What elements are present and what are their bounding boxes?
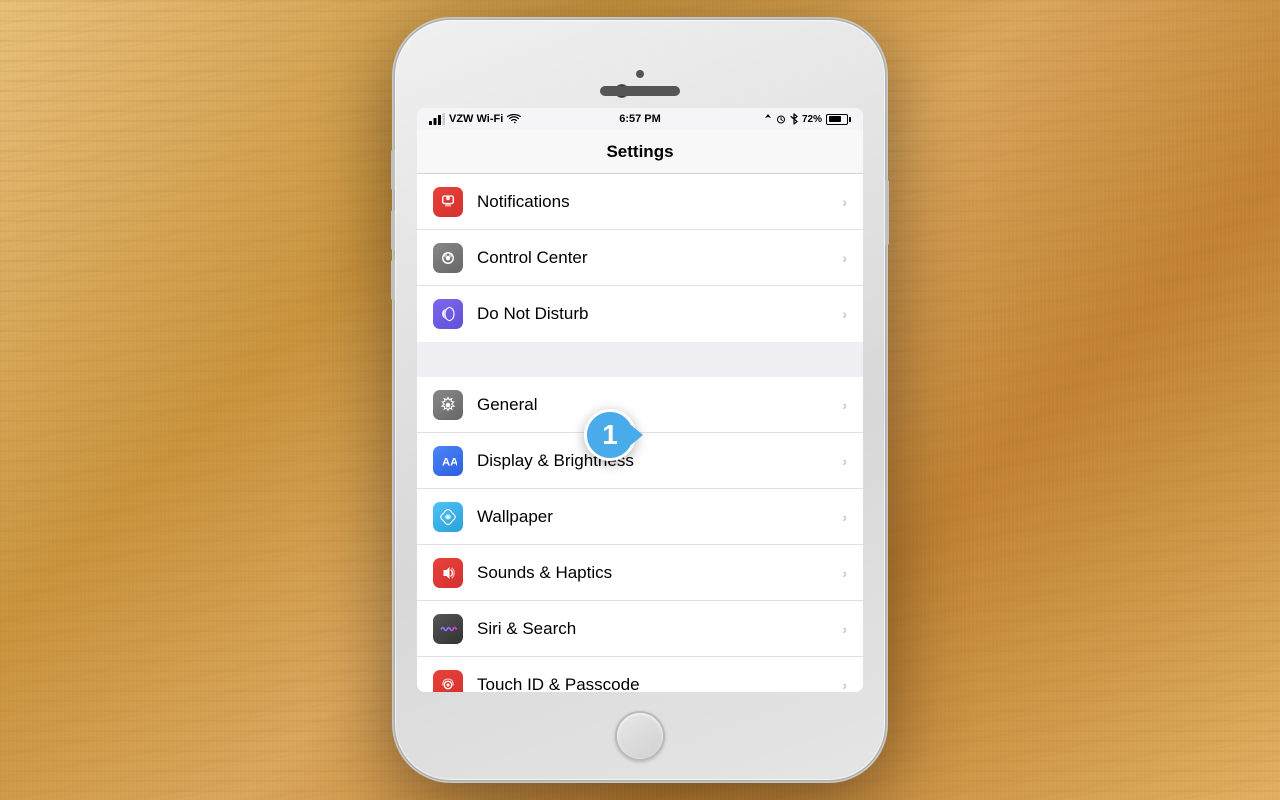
display-icon: AA [433,446,463,476]
display-svg: AA [439,452,457,470]
sounds-svg [439,564,457,582]
speaker-grille [600,86,680,96]
nav-bar: Settings [417,130,863,174]
page-title: Settings [606,142,673,162]
sounds-label: Sounds & Haptics [477,563,842,583]
settings-row-notifications[interactable]: Notifications › [417,174,863,230]
wallpaper-chevron: › [842,509,847,525]
control-center-chevron: › [842,250,847,266]
screen: VZW Wi-Fi 6:57 PM [417,108,863,692]
dnd-svg [439,305,457,323]
touchid-icon [433,670,463,692]
home-button[interactable] [615,711,665,761]
touchid-chevron: › [842,677,847,692]
step-badge: 1 [584,409,636,461]
iphone-top-hardware [395,20,885,108]
location-icon [764,114,772,124]
notifications-icon [433,187,463,217]
siri-svg [439,620,457,638]
iphone-frame: VZW Wi-Fi 6:57 PM [395,20,885,780]
carrier-label: VZW Wi-Fi [449,113,503,125]
badge-number: 1 [602,421,618,449]
display-label: Display & Brightness [477,451,842,471]
iphone-bottom [395,692,885,780]
alarm-icon [776,114,786,124]
control-center-label: Control Center [477,248,842,268]
siri-icon [433,614,463,644]
status-carrier: VZW Wi-Fi [429,113,521,125]
siri-chevron: › [842,621,847,637]
general-label: General [477,395,842,415]
wifi-icon [507,114,521,125]
badge-arrow [631,425,643,445]
settings-row-control-center[interactable]: Control Center › [417,230,863,286]
dnd-chevron: › [842,306,847,322]
settings-row-sounds[interactable]: Sounds & Haptics › [417,545,863,601]
settings-row-touchid[interactable]: Touch ID & Passcode › [417,657,863,692]
settings-row-siri[interactable]: Siri & Search › [417,601,863,657]
status-bar: VZW Wi-Fi 6:57 PM [417,108,863,130]
siri-label: Siri & Search [477,619,842,639]
control-center-svg [439,249,457,267]
svg-text:AA: AA [442,456,457,468]
status-time: 6:57 PM [619,113,661,125]
settings-section-1: Notifications › Control Center [417,174,863,342]
touchid-label: Touch ID & Passcode [477,675,842,692]
camera-dot [636,70,644,78]
wallpaper-label: Wallpaper [477,507,842,527]
bluetooth-icon [790,113,798,125]
dnd-icon [433,299,463,329]
notifications-chevron: › [842,194,847,210]
settings-row-dnd[interactable]: Do Not Disturb › [417,286,863,342]
notifications-svg [439,193,457,211]
section-gap-1 [417,342,863,377]
dnd-label: Do Not Disturb [477,304,842,324]
display-chevron: › [842,453,847,469]
battery-percent: 72% [802,114,822,125]
sounds-icon [433,558,463,588]
settings-row-wallpaper[interactable]: Wallpaper › [417,489,863,545]
wallpaper-icon [433,502,463,532]
status-right: 72% [764,113,851,125]
sounds-chevron: › [842,565,847,581]
general-icon [433,390,463,420]
general-svg [439,396,457,414]
general-chevron: › [842,397,847,413]
battery-icon [826,114,851,125]
signal-icon [429,113,445,125]
notifications-label: Notifications [477,192,842,212]
control-center-icon [433,243,463,273]
touchid-svg [439,676,457,692]
wallpaper-svg [439,508,457,526]
